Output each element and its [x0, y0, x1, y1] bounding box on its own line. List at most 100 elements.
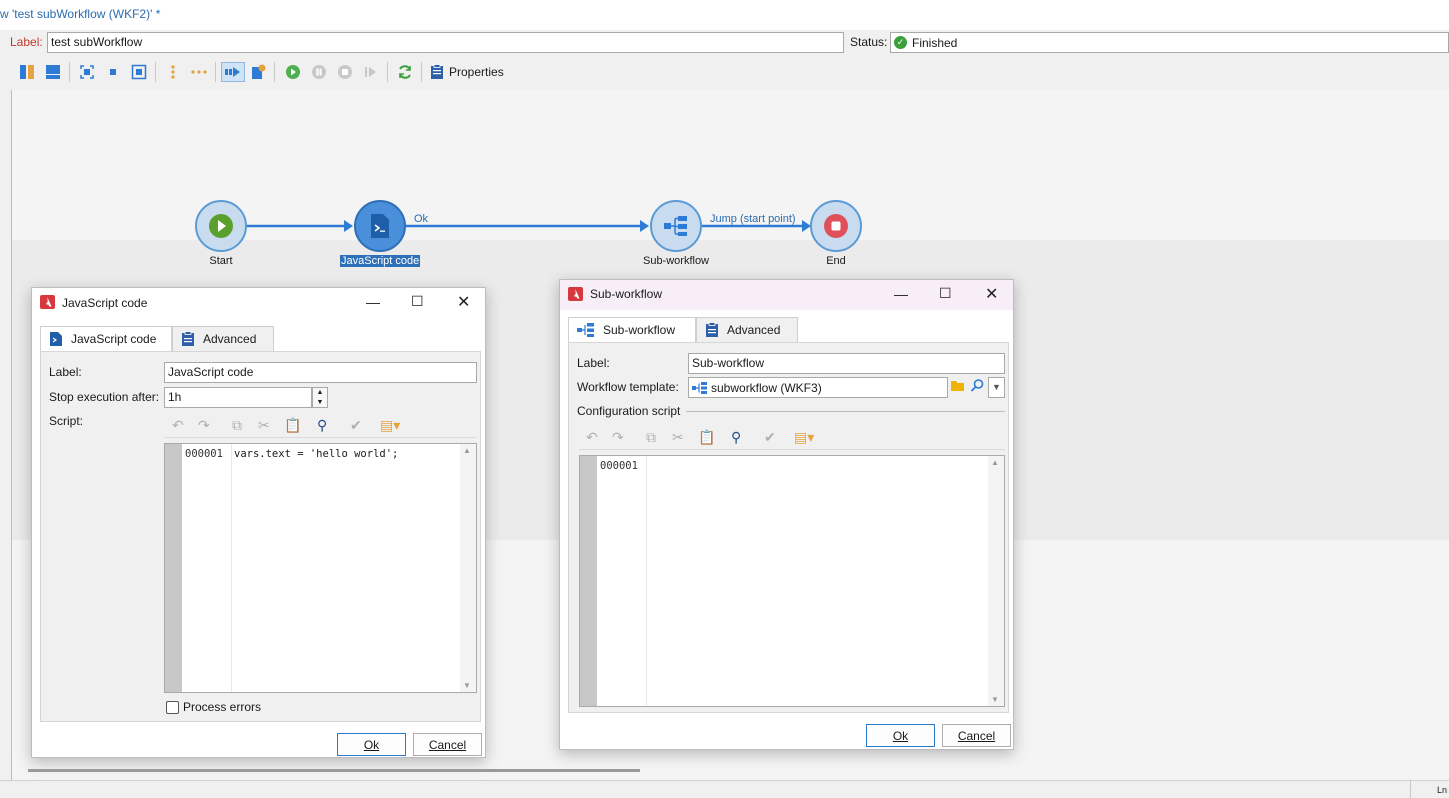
subworkflow-icon [664, 216, 687, 236]
undo-icon[interactable]: ↶ [586, 429, 598, 446]
duration-spinner[interactable]: ▲ ▼ [312, 387, 328, 408]
subworkflow-node[interactable] [650, 200, 702, 252]
line-number: 000001 [600, 460, 638, 472]
redo-icon[interactable]: ↷ [198, 417, 210, 434]
edge-arrow [640, 220, 649, 232]
status-field: ✓ Finished [890, 32, 1449, 53]
check-syntax-icon[interactable]: ✔ [350, 417, 362, 434]
adobe-icon [40, 295, 55, 312]
scroll-up-icon[interactable]: ▲ [991, 458, 999, 467]
cancel-label: Cancel [428, 737, 467, 752]
dialog-title: JavaScript code [62, 296, 148, 310]
paste-icon[interactable]: 📋 [284, 417, 301, 434]
line-divider [231, 444, 232, 692]
insert-menu-icon[interactable]: ▤▾ [794, 429, 814, 446]
scroll-down-icon[interactable]: ▼ [463, 681, 471, 690]
script-editor[interactable]: 000001 vars.text = 'hello world'; ▲ ▼ [164, 443, 477, 693]
editor-gutter [580, 456, 597, 706]
spin-down-icon[interactable]: ▼ [313, 398, 327, 407]
tab-label: JavaScript code [71, 332, 157, 346]
label-caption: Label: [577, 356, 610, 370]
dialog-title: Sub-workflow [590, 287, 663, 301]
cut-icon[interactable]: ✂ [258, 417, 270, 434]
editor-scrollbar[interactable]: ▲ ▼ [988, 456, 1004, 706]
script-file-icon [50, 332, 62, 346]
scroll-down-icon[interactable]: ▼ [991, 695, 999, 704]
script-editor[interactable]: 000001 ▲ ▼ [579, 455, 1005, 707]
tab-advanced[interactable]: Advanced [696, 317, 798, 343]
javascript-dialog: JavaScript code — ☐ ✕ JavaScript code Ad… [31, 287, 486, 758]
edge-label-ok: Ok [414, 213, 429, 225]
cut-icon[interactable]: ✂ [672, 429, 684, 446]
minimize-icon[interactable]: — [894, 286, 908, 302]
undo-icon[interactable]: ↶ [172, 417, 184, 434]
javascript-node-label: JavaScript code [340, 255, 420, 267]
editor-gutter [165, 444, 182, 692]
cancel-button[interactable]: Cancel [413, 733, 482, 756]
start-node-label: Start [209, 255, 233, 267]
code-line: vars.text = 'hello world'; [234, 448, 399, 460]
ok-button[interactable]: Ok [866, 724, 935, 747]
stop-execution-caption: Stop execution after: [49, 390, 160, 404]
adobe-icon [568, 287, 583, 304]
insert-menu-icon[interactable]: ▤▾ [380, 417, 400, 434]
label-input[interactable]: Sub-workflow [688, 353, 1005, 374]
ok-label: Ok [892, 728, 909, 743]
process-errors-checkbox[interactable] [166, 700, 179, 714]
search-icon[interactable] [970, 378, 985, 396]
tab-advanced[interactable]: Advanced [172, 326, 274, 352]
subworkflow-node-label: Sub-workflow [642, 255, 710, 267]
subworkflow-dialog: Sub-workflow — ☐ ✕ Sub-workflow Advanced… [559, 279, 1014, 750]
folder-icon[interactable] [950, 379, 965, 395]
ok-label: Ok [363, 737, 380, 752]
spin-up-icon[interactable]: ▲ [313, 388, 327, 398]
label-input[interactable]: JavaScript code [164, 362, 477, 383]
workflow-template-caption: Workflow template: [577, 380, 679, 394]
ok-button[interactable]: Ok [337, 733, 406, 756]
minimize-icon[interactable]: — [366, 294, 380, 310]
canvas-hscrollbar[interactable] [28, 769, 640, 772]
subworkflow-icon [577, 323, 594, 337]
label-caption: Label: [49, 365, 82, 379]
start-node[interactable] [195, 200, 247, 252]
close-icon[interactable]: ✕ [985, 284, 998, 304]
end-node[interactable] [810, 200, 862, 252]
status-divider [1410, 780, 1411, 798]
status-bar [0, 780, 1449, 798]
end-node-label: End [826, 255, 846, 267]
subworkflow-icon [692, 381, 707, 394]
tab-label: Advanced [203, 332, 257, 346]
line-number: 000001 [185, 448, 223, 460]
close-icon[interactable]: ✕ [457, 292, 470, 312]
chevron-down-icon[interactable]: ▼ [988, 377, 1005, 398]
workflow-template-input[interactable]: subworkflow (WKF3) [688, 377, 948, 398]
stop-execution-input[interactable]: 1h [164, 387, 312, 408]
editor-scrollbar[interactable]: ▲ ▼ [460, 444, 476, 692]
clipboard-icon [182, 331, 194, 346]
maximize-icon[interactable]: ☐ [411, 293, 424, 310]
process-errors-label: Process errors [183, 700, 262, 714]
script-caption: Script: [49, 414, 84, 428]
copy-icon[interactable]: ⧉ [646, 429, 656, 446]
edge-arrow [344, 220, 353, 232]
scroll-up-icon[interactable]: ▲ [463, 446, 471, 455]
line-divider [646, 456, 647, 706]
process-errors-row: Process errors [166, 700, 261, 714]
tab-label: Advanced [727, 323, 781, 337]
clipboard-icon [706, 322, 718, 337]
tab-javascript-code[interactable]: JavaScript code [40, 326, 172, 352]
dialog-title-bar[interactable]: JavaScript code — ☐ ✕ [32, 288, 485, 318]
check-syntax-icon[interactable]: ✔ [764, 429, 776, 446]
dialog-title-bar[interactable]: Sub-workflow — ☐ ✕ [560, 280, 1013, 310]
find-icon[interactable]: ⚲ [317, 417, 327, 434]
paste-icon[interactable]: 📋 [698, 429, 715, 446]
redo-icon[interactable]: ↷ [612, 429, 624, 446]
maximize-icon[interactable]: ☐ [939, 285, 952, 302]
tab-subworkflow[interactable]: Sub-workflow [568, 317, 696, 343]
script-toolbar: ↶ ↷ ⧉ ✂ 📋 ⚲ ✔ ▤▾ [164, 412, 477, 438]
copy-icon[interactable]: ⧉ [232, 417, 242, 434]
javascript-node[interactable] [354, 200, 406, 252]
cancel-button[interactable]: Cancel [942, 724, 1011, 747]
edge-label-jump: Jump (start point) [710, 213, 796, 225]
find-icon[interactable]: ⚲ [731, 429, 741, 446]
